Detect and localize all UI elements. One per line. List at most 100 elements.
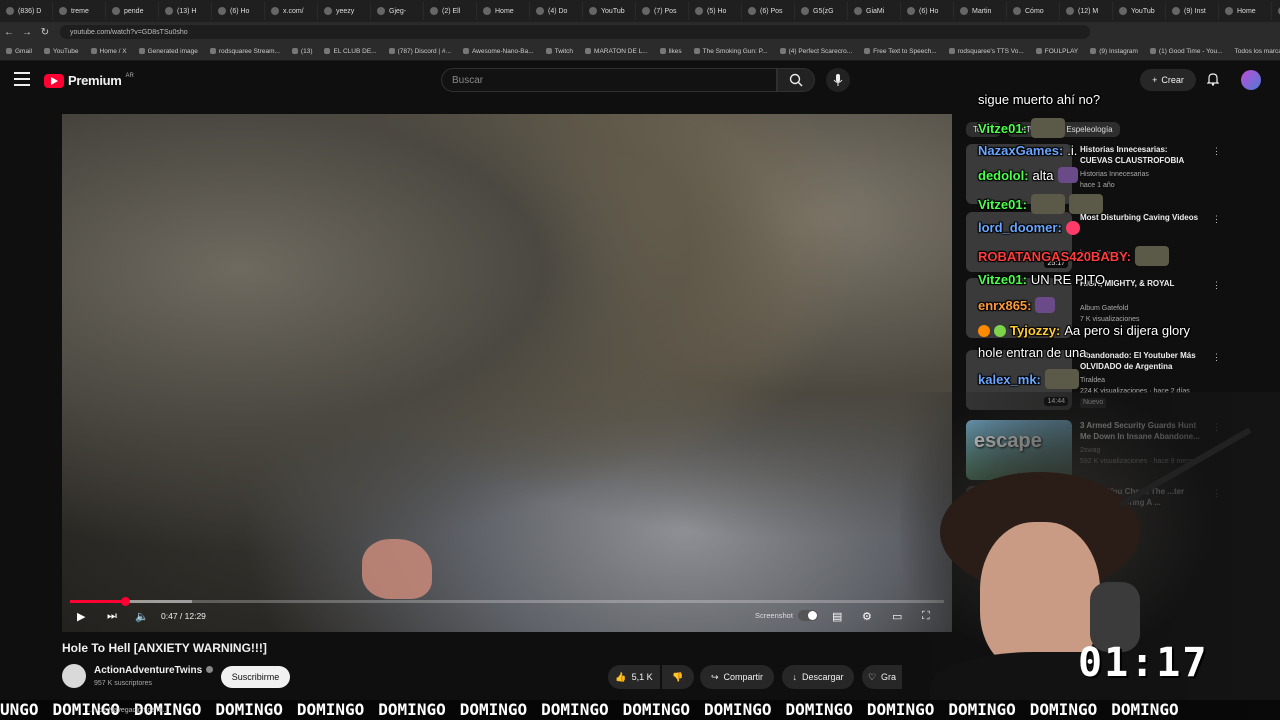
browser-tab[interactable]: (5) Ho	[689, 2, 742, 20]
bookmark-item[interactable]: Twitch	[540, 48, 579, 55]
youtube-play-icon	[44, 73, 64, 88]
autoplay-toggle[interactable]	[798, 610, 818, 621]
share-button[interactable]: ↪ Compartir	[700, 665, 774, 689]
browser-tab[interactable]: (13) H	[159, 2, 212, 20]
ticker-word: DOMINGO	[704, 700, 772, 719]
bookmark-item[interactable]: FOULPLAY	[1030, 48, 1084, 55]
youtube-logo[interactable]: Premium AR	[44, 73, 134, 88]
browser-tab[interactable]: pende	[106, 2, 159, 20]
bookmark-label: Twitch	[554, 47, 574, 55]
bookmark-item[interactable]: Home / X	[85, 48, 133, 55]
tooltip-text: ...n de Navegación de la...	[87, 707, 169, 714]
bookmark-item[interactable]: likes	[654, 48, 688, 55]
browser-tab[interactable]: YouTub	[1113, 2, 1166, 20]
progress-fill	[70, 600, 126, 603]
browser-tab[interactable]: Gjeg-	[371, 2, 424, 20]
next-icon[interactable]: ⏭	[107, 610, 117, 623]
bookmark-item[interactable]: EL CLUB DE...	[318, 48, 382, 55]
tab-label: (2) Ell	[442, 7, 461, 15]
subscribe-button[interactable]: Suscribirme	[221, 666, 290, 688]
bookmark-item[interactable]: Generated image	[133, 48, 204, 55]
ticker-word: DOMINGO	[948, 700, 1016, 719]
progress-bar[interactable]	[70, 597, 944, 606]
browser-tab[interactable]: (4) Le	[1272, 2, 1280, 20]
tab-label: (12) M	[1078, 7, 1099, 15]
menu-icon[interactable]	[14, 72, 30, 86]
bookmark-favicon-icon	[209, 48, 216, 54]
dislike-button[interactable]: 👎	[662, 665, 694, 689]
bookmark-item[interactable]: (4) Perfect Scarecro...	[774, 48, 859, 55]
tab-label: G5(zG	[813, 7, 834, 15]
search-button[interactable]	[777, 68, 815, 92]
subtitles-icon[interactable]: ▤	[832, 610, 842, 623]
reload-icon[interactable]: ↻	[36, 27, 54, 38]
browser-tab[interactable]: GiaMi	[848, 2, 901, 20]
bookmark-item[interactable]: Awesome-Nano-Ba...	[457, 48, 540, 55]
browser-tab[interactable]: (7) Pos	[636, 2, 689, 20]
bookmark-label: YouTube	[52, 47, 79, 55]
chat-message: ROBATANGAS420BABY:	[978, 246, 1170, 266]
search-input[interactable]: Buscar	[441, 68, 777, 92]
voice-search-button[interactable]	[826, 68, 850, 92]
browser-tab[interactable]: G5(zG	[795, 2, 848, 20]
bookmark-label: Gmail	[15, 47, 32, 55]
volume-icon[interactable]: 🔈	[135, 610, 149, 623]
bookmark-item[interactable]: Free Text to Speech...	[858, 48, 942, 55]
scrubber-handle[interactable]	[121, 597, 131, 606]
bookmark-favicon-icon	[90, 48, 97, 54]
thanks-button[interactable]: ♡ Gra	[862, 665, 902, 689]
bookmark-item[interactable]: (787) Discord | #...	[383, 48, 457, 55]
browser-tab[interactable]: Martin	[954, 2, 1007, 20]
browser-tab[interactable]: Cómo	[1007, 2, 1060, 20]
chat-message: Vitze01:	[978, 118, 1065, 138]
subscriber-count: 957 K suscriptores	[94, 680, 152, 687]
player-controls: ▶ ⏭ 🔈 0:47 / 12:29 Screenshot ▤ ⚙ ▭ ⛶	[62, 596, 952, 632]
account-avatar[interactable]	[1241, 70, 1261, 90]
browser-tab[interactable]: x.com/	[265, 2, 318, 20]
browser-tab[interactable]: Home	[1219, 2, 1272, 20]
back-icon[interactable]: ←	[0, 27, 18, 38]
tab-favicon-icon	[589, 7, 597, 15]
tab-favicon-icon	[1119, 7, 1127, 15]
browser-tab[interactable]: (9) Inst	[1166, 2, 1219, 20]
tab-label: (9) Inst	[1184, 7, 1206, 15]
all-bookmarks[interactable]: Todos los marcadores	[1229, 48, 1280, 55]
settings-gear-icon[interactable]: ⚙	[862, 610, 872, 623]
tab-favicon-icon	[165, 7, 173, 15]
bookmark-item[interactable]: The Smoking Gun: P...	[688, 48, 774, 55]
chat-message: enrx865:	[978, 297, 1056, 313]
thumbs-up-icon: 👍	[615, 671, 627, 682]
play-icon[interactable]: ▶	[77, 610, 85, 623]
browser-tab[interactable]: yeezy	[318, 2, 371, 20]
tab-favicon-icon	[6, 7, 14, 15]
like-button[interactable]: 👍 5,1 K	[608, 665, 660, 689]
bookmark-item[interactable]: rodsquaree Stream...	[204, 48, 286, 55]
download-button[interactable]: ↓ Descargar	[782, 665, 854, 689]
browser-tab[interactable]: (6) Pos	[742, 2, 795, 20]
browser-tab[interactable]: (836) D	[0, 2, 53, 20]
channel-name[interactable]: ActionAdventureTwins	[94, 665, 214, 676]
bookmark-item[interactable]: (9) Instagram	[1084, 48, 1144, 55]
bookmark-item[interactable]: (13)	[286, 48, 319, 55]
tab-favicon-icon	[801, 7, 809, 15]
video-title: Hole To Hell [ANXIETY WARNING!!!]	[62, 641, 267, 655]
channel-avatar[interactable]	[62, 664, 86, 688]
bookmark-item[interactable]: Gmail	[0, 48, 38, 55]
forward-icon[interactable]: →	[18, 27, 36, 38]
browser-tab[interactable]: (6) Ho	[901, 2, 954, 20]
browser-tab[interactable]: treme	[53, 2, 106, 20]
browser-tab[interactable]: Home	[477, 2, 530, 20]
browser-tab[interactable]: (12) M	[1060, 2, 1113, 20]
browser-tab[interactable]: (4) Do	[530, 2, 583, 20]
bookmark-item[interactable]: MARATON DE L...	[579, 48, 654, 55]
country-code: AR	[125, 72, 134, 79]
verified-icon	[206, 666, 214, 673]
video-player[interactable]	[62, 114, 952, 632]
bookmark-item[interactable]: YouTube	[38, 48, 85, 55]
bookmark-item[interactable]: rodsquaree's TTS Vo...	[943, 48, 1030, 55]
browser-tab[interactable]: (2) Ell	[424, 2, 477, 20]
browser-tab[interactable]: (6) Ho	[212, 2, 265, 20]
browser-tab[interactable]: YouTub	[583, 2, 636, 20]
url-field[interactable]: youtube.com/watch?v=GD8sTSu0sho	[60, 25, 1090, 39]
bookmark-item[interactable]: (1) Good Time - You...	[1144, 48, 1229, 55]
